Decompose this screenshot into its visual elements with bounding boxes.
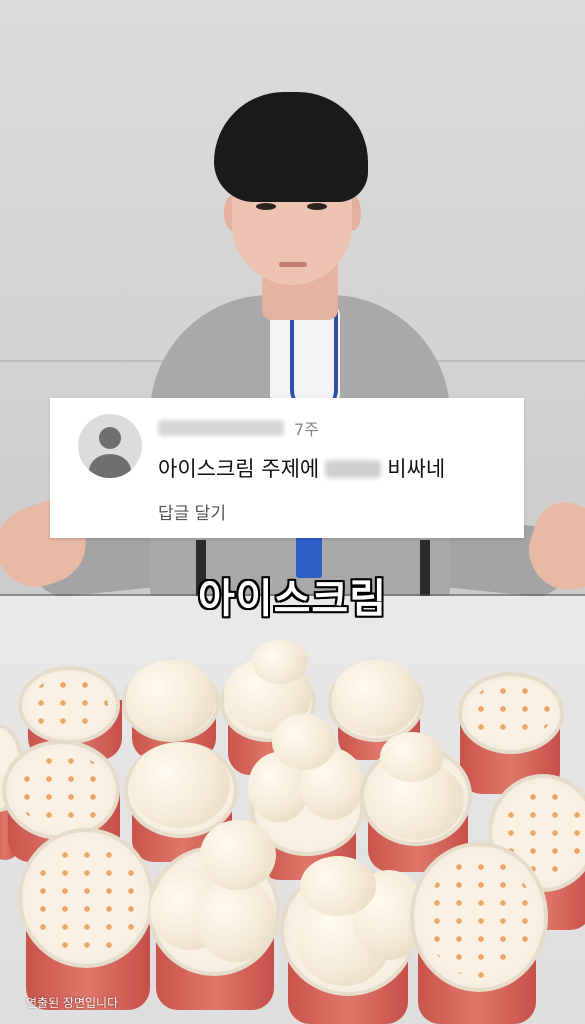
reply-button[interactable]: 답글 달기 (158, 499, 226, 524)
comment-time: 7주 (294, 420, 319, 439)
default-profile-avatar-icon[interactable] (78, 414, 142, 478)
blurred-username[interactable] (158, 420, 284, 436)
video-frame: 7주 아이스크림 주제에 비싸네 답글 달기 아이스크림 연출된 장면입니다 (0, 0, 585, 1024)
comment-text: 아이스크림 주제에 비싸네 (158, 453, 445, 483)
comment-text-before: 아이스크림 주제에 (158, 457, 320, 481)
blurred-text (325, 460, 382, 478)
video-caption: 아이스크림 (198, 576, 387, 622)
disclaimer-text: 연출된 장면입니다 (26, 996, 119, 1010)
comment-card: 7주 아이스크림 주제에 비싸네 답글 달기 (50, 398, 524, 538)
comment-text-after: 비싸네 (387, 457, 446, 481)
